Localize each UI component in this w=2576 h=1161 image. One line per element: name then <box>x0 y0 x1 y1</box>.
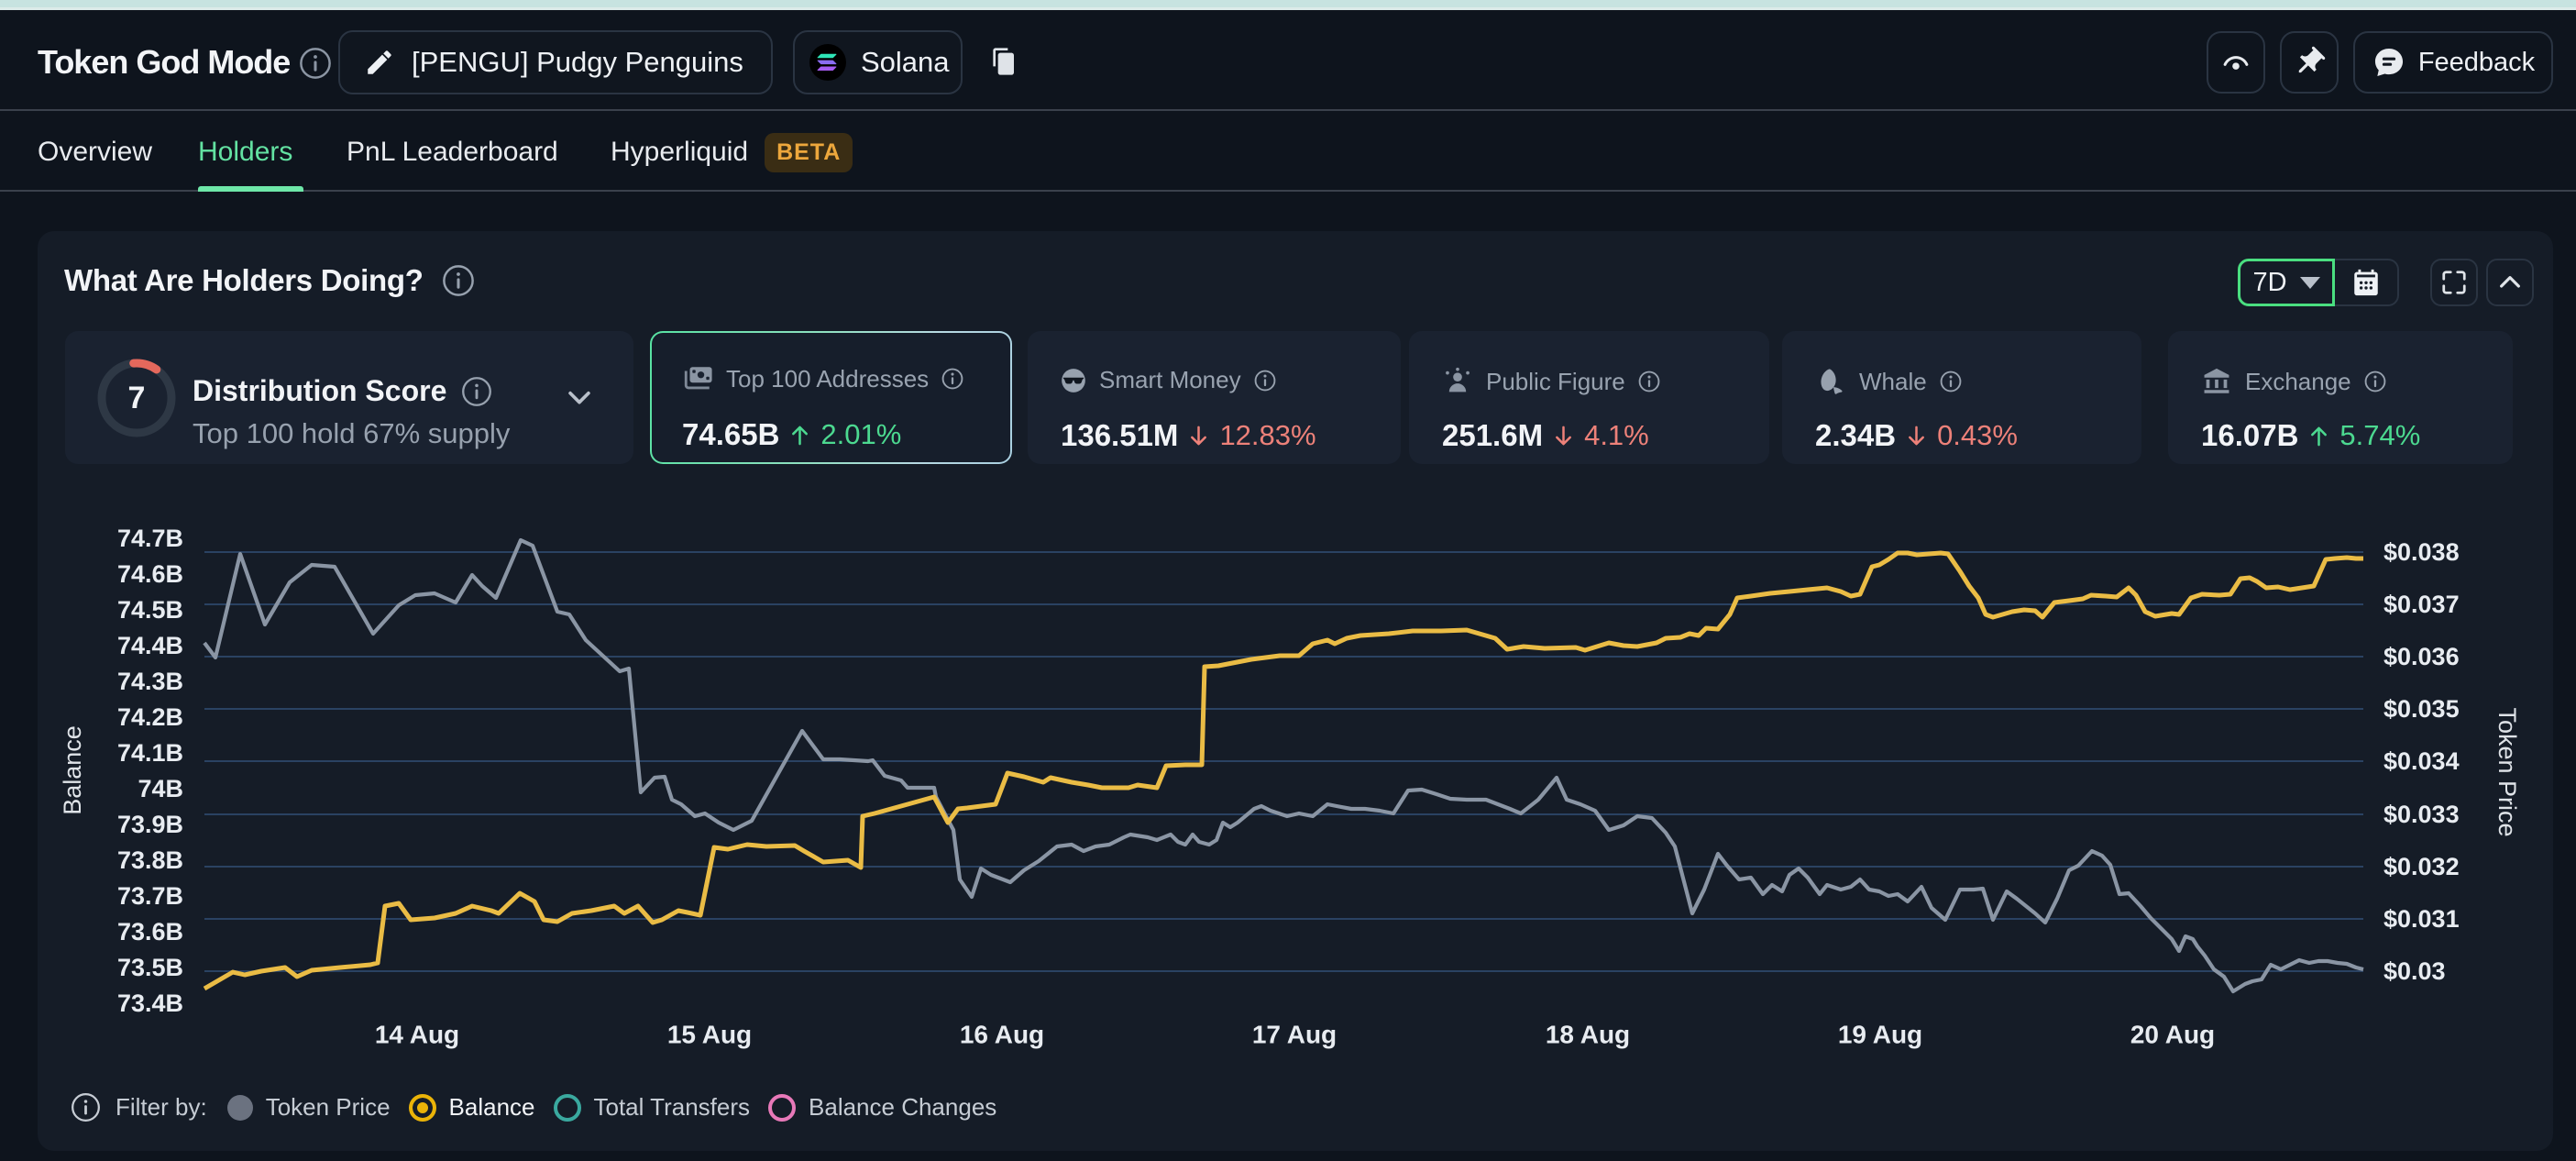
svg-text:$0.036: $0.036 <box>2383 643 2460 670</box>
svg-text:74.4B: 74.4B <box>117 632 183 659</box>
svg-text:17 Aug: 17 Aug <box>1252 1021 1337 1049</box>
svg-text:$0.038: $0.038 <box>2383 538 2460 566</box>
svg-text:$0.035: $0.035 <box>2383 695 2460 723</box>
svg-text:73.4B: 73.4B <box>117 990 183 1017</box>
svg-text:74.1B: 74.1B <box>117 739 183 767</box>
svg-text:Token Price: Token Price <box>2493 707 2521 836</box>
svg-text:74B: 74B <box>138 775 183 802</box>
svg-text:74.7B: 74.7B <box>117 525 183 552</box>
svg-text:73.5B: 73.5B <box>117 954 183 981</box>
svg-text:74.5B: 74.5B <box>117 596 183 624</box>
svg-text:$0.034: $0.034 <box>2383 747 2460 775</box>
svg-text:$0.031: $0.031 <box>2383 905 2460 933</box>
svg-text:16 Aug: 16 Aug <box>960 1021 1044 1049</box>
svg-text:20 Aug: 20 Aug <box>2130 1021 2215 1049</box>
svg-text:$0.032: $0.032 <box>2383 853 2460 880</box>
svg-text:15 Aug: 15 Aug <box>667 1021 752 1049</box>
svg-text:73.8B: 73.8B <box>117 846 183 874</box>
svg-text:74.2B: 74.2B <box>117 703 183 731</box>
svg-text:73.6B: 73.6B <box>117 918 183 945</box>
svg-text:19 Aug: 19 Aug <box>1838 1021 1922 1049</box>
svg-text:14 Aug: 14 Aug <box>375 1021 459 1049</box>
svg-text:73.7B: 73.7B <box>117 882 183 910</box>
svg-text:$0.03: $0.03 <box>2383 957 2446 985</box>
svg-text:74.6B: 74.6B <box>117 560 183 588</box>
svg-text:73.9B: 73.9B <box>117 811 183 838</box>
svg-text:18 Aug: 18 Aug <box>1546 1021 1630 1049</box>
svg-text:74.3B: 74.3B <box>117 668 183 695</box>
svg-text:$0.037: $0.037 <box>2383 591 2460 618</box>
svg-text:$0.033: $0.033 <box>2383 801 2460 828</box>
svg-text:Balance: Balance <box>59 725 86 815</box>
